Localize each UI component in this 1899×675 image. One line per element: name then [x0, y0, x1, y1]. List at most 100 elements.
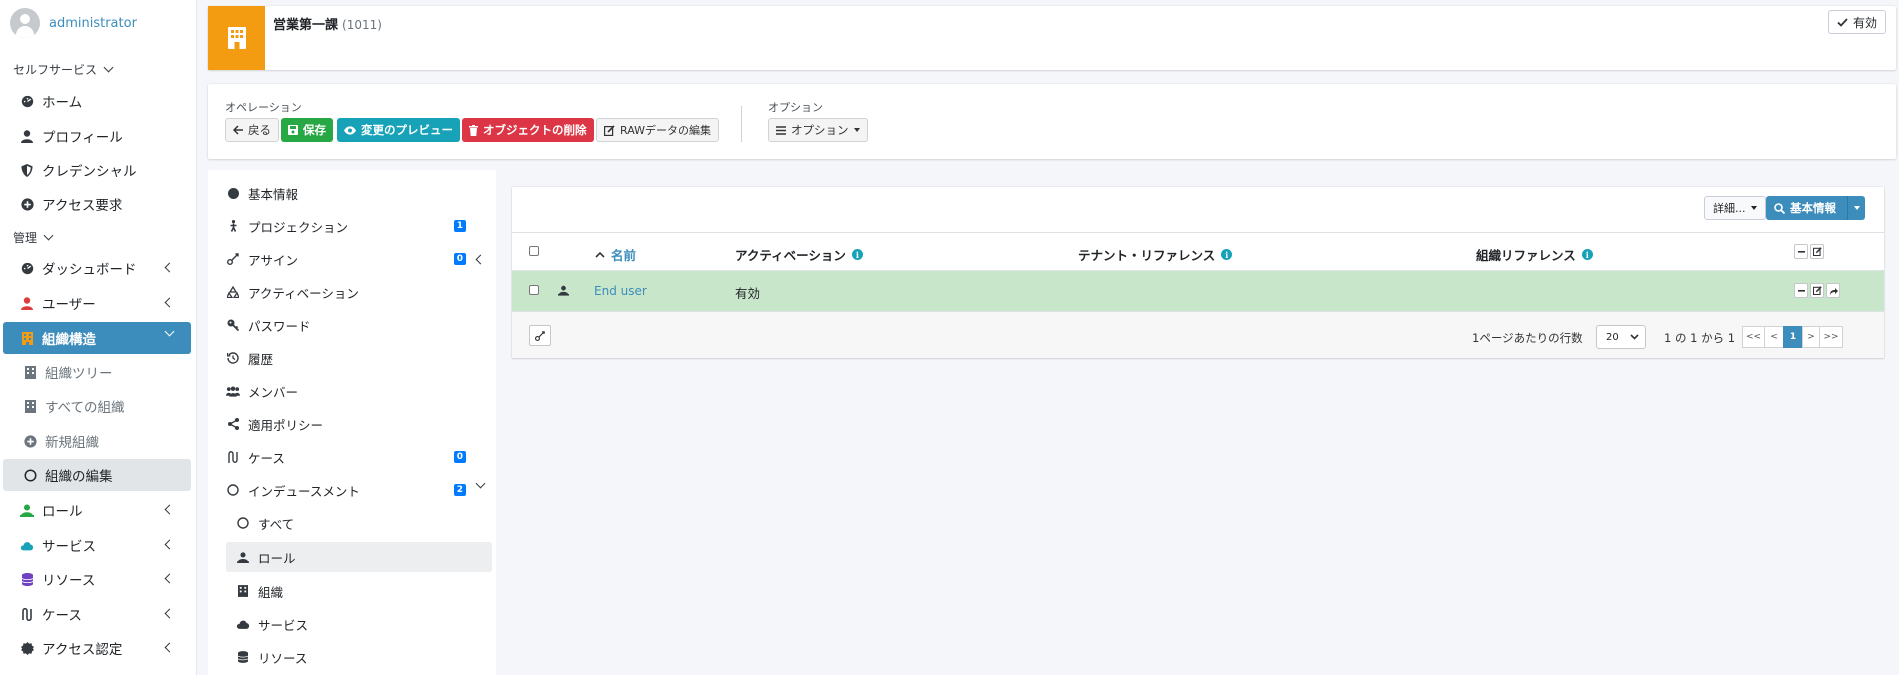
sidebar-item-label: アクセス認定 [42, 642, 123, 658]
cloud-icon [20, 538, 34, 552]
tab-password[interactable]: パスワード [226, 310, 492, 340]
tab-inducements[interactable]: インデュースメント 2 [226, 475, 492, 505]
pagination-last[interactable]: >> [1819, 326, 1843, 348]
table-row[interactable]: End user 有効 [512, 271, 1884, 311]
sidebar-item-dashboard[interactable]: ダッシュボード [3, 252, 191, 284]
sidebar-item-resources[interactable]: リソース [3, 563, 191, 595]
key-icon [226, 319, 240, 331]
share-arrow-icon [1829, 287, 1838, 295]
sidebar-item-label: プロフィール [42, 130, 123, 146]
database-icon [236, 651, 250, 663]
chevron-left-icon [164, 539, 175, 550]
tab-activation[interactable]: アクティベーション [226, 277, 492, 307]
sidebar-item-profile[interactable]: プロフィール [3, 120, 191, 152]
case-icon [226, 451, 240, 463]
share-icon [226, 418, 240, 430]
column-name-header[interactable]: 名前 [595, 245, 636, 264]
column-org-ref-header: 組織リファレンス i [1476, 245, 1593, 264]
sidebar-item-org-structure[interactable]: 組織構造 [3, 322, 191, 354]
row-edit-button[interactable] [1810, 283, 1824, 298]
tab-inducements-roles[interactable]: ロール [226, 542, 492, 572]
tab-inducements-orgs[interactable]: 組織 [236, 576, 492, 606]
case-icon [20, 607, 34, 621]
tab-label: パスワード [248, 318, 311, 334]
sidebar-item-edit-org[interactable]: 組織の編集 [3, 459, 191, 491]
sidebar-item-roles[interactable]: ロール [3, 494, 191, 526]
sidebar-item-label: 組織ツリー [45, 366, 113, 382]
history-icon [226, 352, 240, 364]
edit-all-button[interactable] [1810, 244, 1824, 259]
detail-dropdown-button[interactable]: 詳細... [1704, 196, 1766, 220]
rows-per-page-select[interactable]: 20 [1596, 325, 1646, 349]
tab-policies[interactable]: 適用ポリシー [226, 409, 492, 439]
sidebar-item-users[interactable]: ユーザー [3, 287, 191, 319]
info-icon[interactable]: i [1581, 249, 1593, 260]
status-badge[interactable]: 有効 [1827, 10, 1886, 34]
info-icon[interactable]: i [851, 249, 863, 260]
tab-projections[interactable]: プロジェクション 1 [226, 211, 492, 241]
count-badge: 0 [453, 253, 466, 265]
row-name-link[interactable]: End user [594, 284, 647, 298]
sidebar-item-access-request[interactable]: アクセス要求 [3, 188, 191, 220]
tab-label: インデュースメント [248, 483, 360, 499]
delete-object-label: オブジェクトの削除 [483, 123, 587, 137]
row-collapse-button[interactable] [1794, 283, 1808, 298]
assign-button[interactable] [529, 325, 551, 346]
sidebar-item-cases[interactable]: ケース [3, 598, 191, 630]
row-navigate-button[interactable] [1826, 283, 1840, 298]
caret-down-icon [1853, 206, 1860, 210]
list-icon [776, 125, 786, 135]
collapse-all-button[interactable] [1794, 244, 1808, 259]
delete-object-button[interactable]: オブジェクトの削除 [462, 118, 594, 142]
sidebar-item-label: クレデンシャル [42, 164, 137, 180]
tab-assignments[interactable]: アサイン 0 [226, 244, 492, 274]
tab-basic[interactable]: 基本情報 [226, 178, 492, 208]
pagination-prev[interactable]: < [1764, 326, 1784, 348]
dashboard-icon [20, 94, 34, 108]
section-admin-label: 管理 [13, 230, 38, 245]
sidebar-item-label: すべての組織 [45, 400, 125, 416]
info-icon[interactable]: i [1221, 249, 1233, 260]
tab-inducements-services[interactable]: サービス [236, 609, 492, 639]
role-icon [236, 551, 250, 563]
edit-raw-button[interactable]: RAWデータの編集 [596, 118, 719, 142]
count-badge: 0 [453, 451, 466, 463]
sidebar-item-services[interactable]: サービス [3, 529, 191, 561]
inducements-table-panel: 詳細... 基本情報 名前 アクティベーション i テナント・リファレンス i [512, 187, 1884, 358]
select-all-checkbox[interactable] [529, 246, 539, 256]
section-admin[interactable]: 管理 [13, 227, 54, 247]
org-name: 営業第一課 [273, 18, 339, 33]
basic-info-dropdown-toggle[interactable] [1847, 196, 1865, 220]
options-button-label: オプション [791, 123, 849, 137]
tab-members[interactable]: メンバー [226, 376, 492, 406]
row-checkbox[interactable] [529, 285, 539, 295]
tab-cases[interactable]: ケース 0 [226, 442, 492, 472]
pagination-first[interactable]: << [1742, 326, 1765, 348]
sidebar-item-credentials[interactable]: クレデンシャル [3, 154, 191, 186]
sidebar-item-home[interactable]: ホーム [3, 85, 191, 117]
back-button[interactable]: 戻る [225, 118, 279, 142]
tab-inducements-all[interactable]: すべて [236, 508, 492, 538]
content-area: 詳細... 基本情報 名前 アクティベーション i テナント・リファレンス i [496, 170, 1899, 675]
options-dropdown-button[interactable]: オプション [768, 118, 868, 142]
user-name[interactable]: administrator [49, 16, 137, 31]
tab-inducements-resources[interactable]: リソース [236, 642, 492, 672]
sidebar-item-org-tree[interactable]: 組織ツリー [3, 356, 191, 388]
tab-history[interactable]: 履歴 [226, 343, 492, 373]
sidebar-item-new-org[interactable]: 新規組織 [3, 425, 191, 457]
user-panel[interactable]: administrator [10, 8, 137, 38]
sidebar-item-access-certification[interactable]: アクセス認定 [3, 632, 191, 664]
chevron-left-icon [164, 642, 175, 653]
basic-info-search-button[interactable]: 基本情報 [1766, 196, 1865, 220]
save-button[interactable]: 保存 [281, 118, 333, 142]
plus-circle-icon [23, 434, 37, 448]
column-activation-label: アクティベーション [735, 248, 846, 263]
sidebar-item-all-orgs[interactable]: すべての組織 [3, 390, 191, 422]
column-org-ref-label: 組織リファレンス [1476, 248, 1576, 263]
column-activation-header: アクティベーション i [735, 245, 863, 264]
preview-changes-button[interactable]: 変更のプレビュー [337, 118, 460, 142]
building-icon [208, 6, 265, 70]
pagination-next[interactable]: > [1802, 326, 1820, 348]
pagination-current-page[interactable]: 1 [1783, 326, 1803, 348]
section-self-service[interactable]: セルフサービス [13, 59, 114, 79]
